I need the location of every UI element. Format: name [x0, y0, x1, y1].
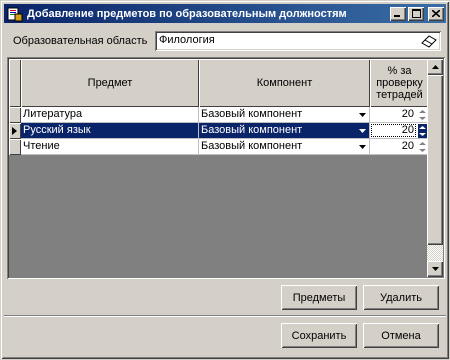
- dropdown-button[interactable]: [356, 108, 368, 121]
- dropdown-button[interactable]: [356, 140, 368, 153]
- maximize-icon: [411, 9, 421, 18]
- cell-component-text: Базовый компонент: [201, 124, 303, 136]
- cell-percent[interactable]: 20: [370, 107, 429, 123]
- cancel-button[interactable]: Отмена: [363, 323, 439, 348]
- area-label: Образовательная область: [13, 35, 148, 47]
- maximize-button[interactable]: [408, 6, 424, 21]
- dialog-window: Добавление предметов по образовательным …: [0, 0, 450, 360]
- cell-percent-text: 20: [401, 108, 414, 120]
- header-percent[interactable]: % за проверку тетрадей: [370, 59, 429, 107]
- window-title: Добавление предметов по образовательным …: [27, 7, 347, 20]
- row-indicator[interactable]: [9, 123, 21, 139]
- eraser-icon: [421, 35, 437, 48]
- cell-component-text: Базовый компонент: [201, 140, 303, 152]
- cell-percent-text: 20: [401, 140, 414, 152]
- table-row[interactable]: Русский язык Базовый компонент 20: [9, 123, 429, 139]
- chevron-down-icon: [358, 144, 366, 149]
- header-percent-line-3: тетрадей: [376, 89, 423, 101]
- subjects-grid[interactable]: Предмет Компонент % за проверку тетрадей…: [7, 57, 445, 279]
- header-indicator: [9, 59, 21, 107]
- cell-percent-editing[interactable]: 20: [370, 123, 429, 139]
- area-value: Филология: [159, 34, 215, 46]
- scroll-up-button[interactable]: [427, 59, 443, 75]
- row-indicator[interactable]: [9, 139, 21, 155]
- spinner-icon: [419, 142, 426, 152]
- cell-component[interactable]: Базовый компонент: [199, 107, 370, 123]
- scroll-thumb[interactable]: [427, 75, 443, 245]
- table-row[interactable]: Литература Базовый компонент 20: [9, 107, 429, 123]
- close-button[interactable]: [428, 6, 444, 21]
- dropdown-button[interactable]: [356, 124, 368, 137]
- minimize-icon: [394, 15, 400, 17]
- chevron-down-icon: [358, 112, 366, 117]
- area-lookup-button[interactable]: [420, 33, 438, 49]
- scroll-down-button[interactable]: [427, 261, 443, 277]
- cell-subject[interactable]: Литература: [21, 107, 199, 123]
- header-component[interactable]: Компонент: [199, 59, 370, 107]
- arrow-up-icon: [431, 65, 439, 69]
- chevron-down-icon: [358, 128, 366, 133]
- table-row[interactable]: Чтение Базовый компонент 20: [9, 139, 429, 155]
- row-indicator[interactable]: [9, 107, 21, 123]
- separator: [4, 315, 446, 317]
- vertical-scrollbar[interactable]: [427, 59, 443, 277]
- header-subject[interactable]: Предмет: [21, 59, 199, 107]
- subjects-button[interactable]: Предметы: [281, 285, 357, 310]
- arrow-down-icon: [431, 267, 439, 271]
- current-row-arrow-icon: [12, 127, 17, 135]
- cell-component[interactable]: Базовый компонент: [199, 139, 370, 155]
- title-bar[interactable]: Добавление предметов по образовательным …: [4, 4, 446, 23]
- spinner-icon: [419, 110, 426, 120]
- close-icon: [432, 10, 440, 17]
- cell-subject[interactable]: Русский язык: [21, 123, 199, 139]
- area-field[interactable]: Филология: [155, 31, 441, 51]
- app-icon: [7, 6, 23, 22]
- cell-component[interactable]: Базовый компонент: [199, 123, 370, 139]
- minimize-button[interactable]: [390, 6, 406, 21]
- cell-percent[interactable]: 20: [370, 139, 429, 155]
- cell-subject[interactable]: Чтение: [21, 139, 199, 155]
- header-percent-line-1: % за: [387, 65, 412, 77]
- spinner-icon: [418, 124, 427, 138]
- header-percent-line-2: проверку: [376, 77, 423, 89]
- delete-button[interactable]: Удалить: [363, 285, 439, 310]
- cell-component-text: Базовый компонент: [201, 108, 303, 120]
- focus-rectangle: [371, 124, 416, 137]
- save-button[interactable]: Сохранить: [281, 323, 357, 348]
